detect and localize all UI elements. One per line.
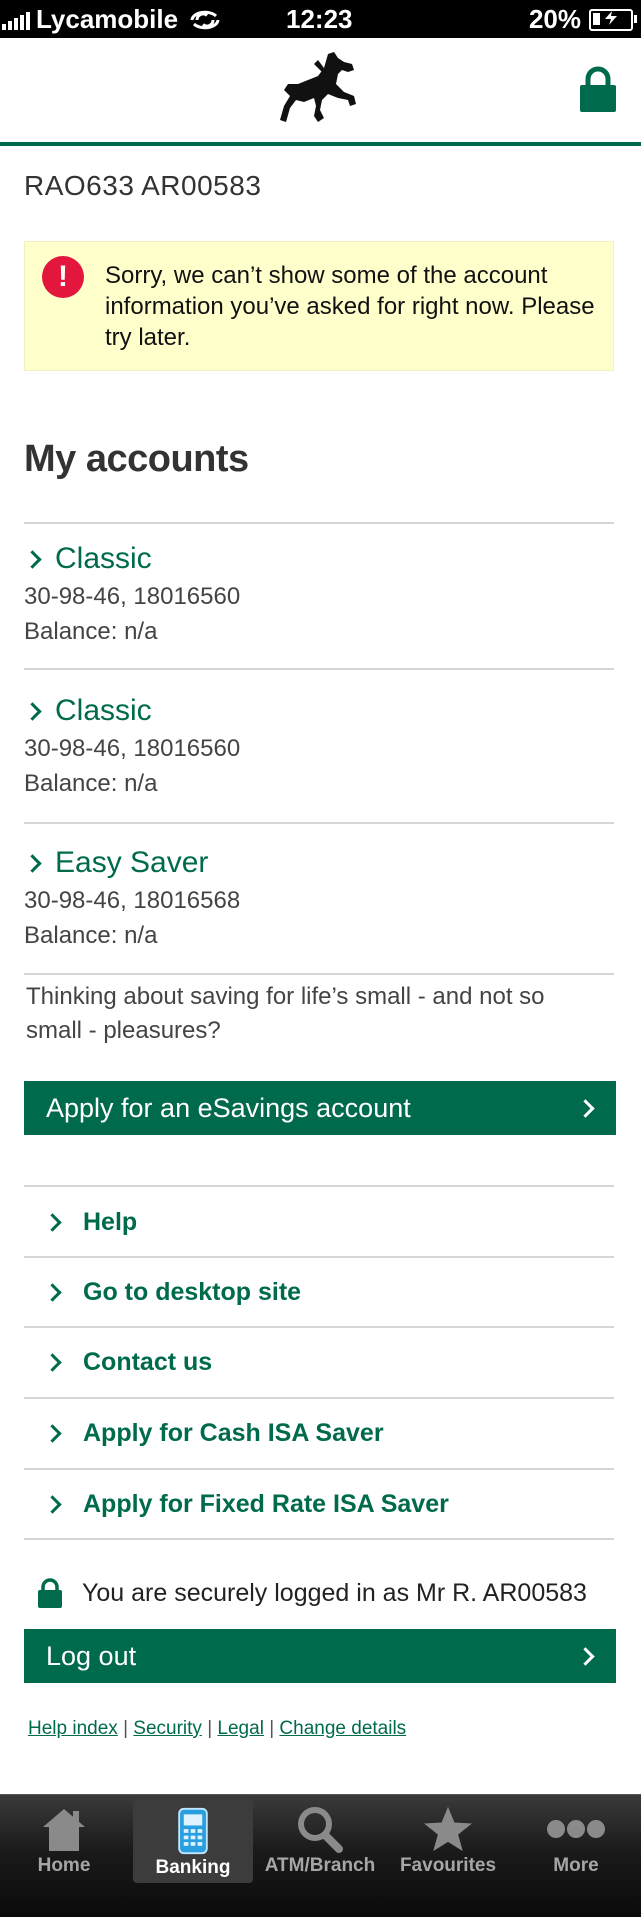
- account-sort-number: 30-98-46, 18016560: [24, 735, 241, 762]
- chevron-right-icon: [43, 1423, 62, 1443]
- footer-links: Help index | Security | Legal | Change d…: [28, 1718, 406, 1740]
- signal-strength-icon: [2, 10, 30, 30]
- apply-esavings-button[interactable]: Apply for an eSavings account: [24, 1081, 616, 1135]
- account-sort-number: 30-98-46, 18016560: [24, 583, 241, 610]
- link-label: Help: [83, 1207, 138, 1236]
- account-balance: Balance: n/a: [24, 922, 158, 949]
- ellipsis-icon: [547, 1820, 605, 1838]
- chevron-right-icon: [43, 1494, 62, 1514]
- tab-label: ATM/Branch: [264, 1855, 376, 1876]
- status-bar: Lycamobile 12:23 20%: [0, 0, 641, 38]
- divider: [24, 822, 614, 824]
- battery-percent: 20%: [528, 4, 581, 34]
- black-horse-logo-icon: [280, 52, 356, 122]
- magnifier-icon: [298, 1807, 343, 1853]
- change-details-link[interactable]: Change details: [279, 1718, 406, 1739]
- account-name[interactable]: Classic: [55, 694, 152, 728]
- star-icon: [424, 1806, 472, 1852]
- tab-banking[interactable]: Banking: [133, 1799, 253, 1883]
- account-sort-number: 30-98-46, 18016568: [24, 887, 241, 914]
- link-label: Apply for Cash ISA Saver: [83, 1418, 384, 1447]
- error-alert: ! Sorry, we can’t show some of the accou…: [24, 241, 614, 371]
- divider: [24, 1538, 614, 1540]
- battery-icon: [589, 8, 637, 31]
- padlock-icon[interactable]: [580, 66, 616, 112]
- tab-favourites[interactable]: Favourites: [384, 1795, 512, 1917]
- app-header: [0, 38, 641, 146]
- chevron-right-icon: [43, 1282, 62, 1302]
- page-title: My accounts: [24, 438, 249, 480]
- account-item[interactable]: Classic 30-98-46, 18016560 Balance: n/a: [23, 691, 614, 801]
- tab-label: More: [553, 1855, 599, 1876]
- chevron-right-icon: [576, 1647, 595, 1666]
- button-label: Log out: [46, 1640, 137, 1671]
- separator: |: [123, 1718, 128, 1739]
- clock: 12:23: [286, 4, 353, 34]
- legal-link[interactable]: Legal: [217, 1718, 264, 1739]
- chevron-right-icon: [23, 853, 42, 873]
- account-item[interactable]: Easy Saver 30-98-46, 18016568 Balance: n…: [23, 843, 614, 953]
- divider: [24, 973, 614, 975]
- carrier-group: Lycamobile: [2, 4, 222, 35]
- tab-label: Home: [37, 1855, 91, 1876]
- account-balance: Balance: n/a: [24, 618, 158, 645]
- customer-reference: RAO633 AR00583: [24, 170, 262, 201]
- exclamation-icon: !: [42, 256, 84, 298]
- log-out-button[interactable]: Log out: [24, 1629, 616, 1683]
- house-icon: [43, 1809, 85, 1851]
- separator: |: [269, 1718, 275, 1739]
- chevron-right-icon: [43, 1212, 62, 1232]
- chevron-right-icon: [23, 549, 42, 569]
- link-contact-us[interactable]: Contact us: [24, 1328, 614, 1396]
- link-help[interactable]: Help: [24, 1188, 614, 1256]
- carrier-name: Lycamobile: [36, 4, 179, 34]
- padlock-icon: [38, 1578, 62, 1608]
- chevron-right-icon: [43, 1352, 62, 1372]
- link-desktop-site[interactable]: Go to desktop site: [24, 1258, 614, 1326]
- link-fixed-rate-isa[interactable]: Apply for Fixed Rate ISA Saver: [24, 1470, 614, 1538]
- divider: [24, 522, 614, 524]
- secure-login-text: You are securely logged in as Mr R. AR00…: [82, 1578, 587, 1607]
- secure-login-notice: You are securely logged in as Mr R. AR00…: [38, 1578, 587, 1608]
- tab-bar: Home Banking ATM/Branch Favourites More: [0, 1794, 641, 1917]
- link-label: Apply for Fixed Rate ISA Saver: [83, 1489, 449, 1518]
- divider: [24, 1185, 614, 1187]
- button-label: Apply for an eSavings account: [46, 1092, 411, 1123]
- alert-message: Sorry, we can’t show some of the account…: [105, 262, 595, 351]
- link-label: Contact us: [83, 1347, 213, 1376]
- battery-group: 20%: [528, 4, 637, 35]
- separator: |: [207, 1718, 213, 1739]
- help-index-link[interactable]: Help index: [28, 1718, 118, 1739]
- tab-label: Favourites: [399, 1855, 497, 1876]
- account-name[interactable]: Classic: [55, 542, 152, 576]
- tab-home[interactable]: Home: [0, 1795, 128, 1917]
- link-cash-isa[interactable]: Apply for Cash ISA Saver: [24, 1399, 614, 1467]
- link-label: Go to desktop site: [83, 1277, 302, 1306]
- security-link[interactable]: Security: [133, 1718, 202, 1739]
- account-balance: Balance: n/a: [24, 770, 158, 797]
- tab-label: Banking: [155, 1857, 231, 1878]
- chevron-right-icon: [576, 1099, 595, 1118]
- sync-icon: [190, 10, 220, 29]
- divider: [24, 668, 614, 670]
- account-name[interactable]: Easy Saver: [55, 846, 208, 880]
- chevron-right-icon: [23, 701, 42, 721]
- phone-keypad-icon: [178, 1807, 208, 1855]
- tab-more[interactable]: More: [512, 1795, 640, 1917]
- promo-text: Thinking about saving for life’s small -…: [26, 983, 545, 1044]
- tab-atm-branch[interactable]: ATM/Branch: [256, 1795, 384, 1917]
- account-item[interactable]: Classic 30-98-46, 18016560 Balance: n/a: [23, 539, 614, 649]
